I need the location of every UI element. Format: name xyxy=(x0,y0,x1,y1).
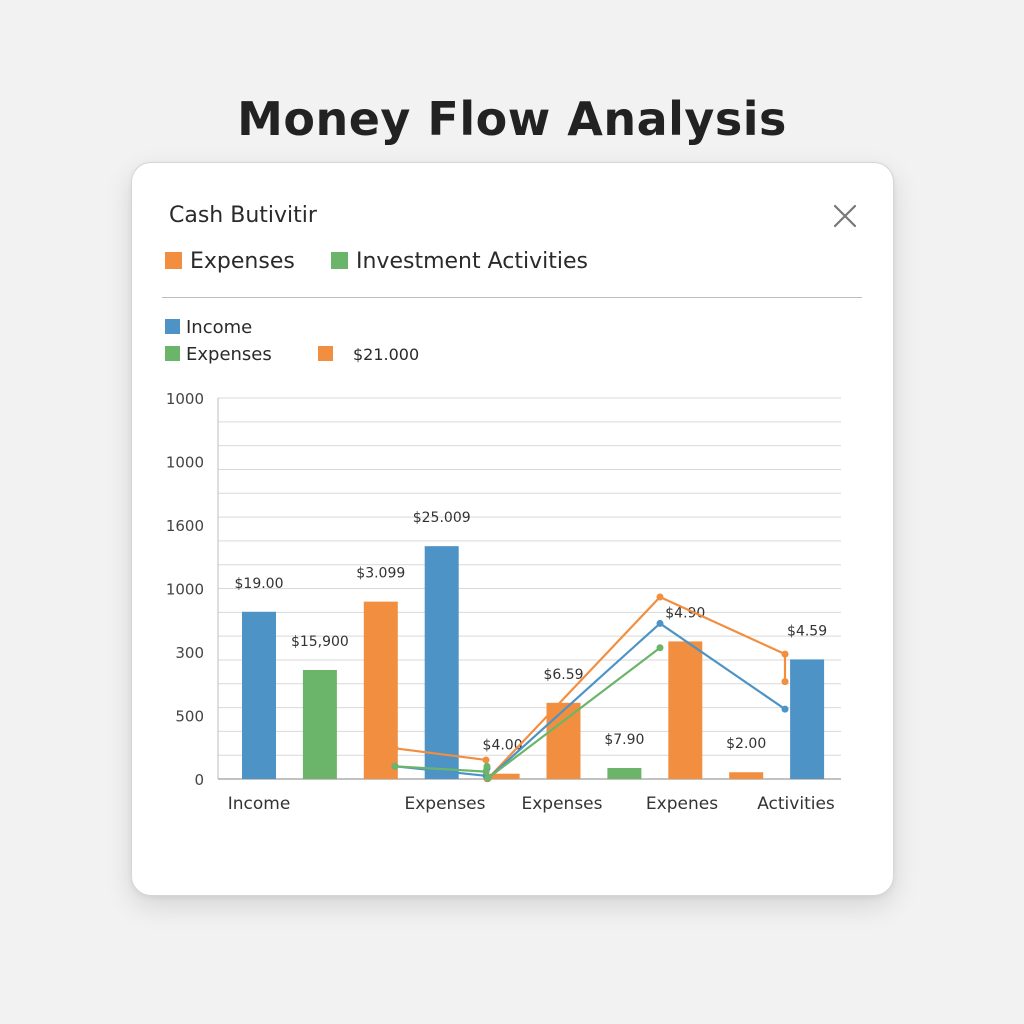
bar-data-label: $19.00 xyxy=(235,576,284,592)
bar xyxy=(302,669,337,779)
y-tick-label: 1600 xyxy=(166,517,204,535)
x-tick-label: Expenses xyxy=(522,794,603,814)
bar xyxy=(242,611,276,779)
series-point xyxy=(656,593,664,601)
series-point xyxy=(656,644,664,652)
series-point xyxy=(484,774,492,782)
chart-panel: Cash Butivitir Expenses Investment Activ… xyxy=(131,162,894,896)
bar xyxy=(424,546,459,779)
bar xyxy=(363,601,398,779)
x-tick-label: Activities xyxy=(757,794,835,814)
y-tick-label: 1000 xyxy=(166,390,204,408)
series-point xyxy=(482,756,490,764)
y-tick-label: 1000 xyxy=(166,454,204,472)
bar-data-label: $6.59 xyxy=(543,667,583,683)
page-title: Money Flow Analysis xyxy=(237,92,787,146)
bar xyxy=(790,659,825,779)
series-point xyxy=(391,744,399,752)
series-point xyxy=(781,650,789,658)
bar-data-label: $25.009 xyxy=(413,510,471,526)
series-point xyxy=(483,762,491,770)
y-tick-label: 500 xyxy=(175,708,204,726)
x-tick-label: Expenses xyxy=(405,794,486,814)
y-tick-label: 1000 xyxy=(166,581,204,599)
y-tick-label: 0 xyxy=(194,771,204,789)
bar-data-label: $15,900 xyxy=(291,634,349,650)
bar xyxy=(546,702,581,779)
bar-data-label: $3.099 xyxy=(356,566,405,582)
bar xyxy=(729,772,764,779)
y-tick-label: 300 xyxy=(175,644,204,662)
series-point xyxy=(781,705,789,713)
series-point xyxy=(781,678,789,686)
bar xyxy=(668,641,703,779)
bar xyxy=(607,767,642,779)
series-point xyxy=(391,762,399,770)
chart-svg: 0 500 300 1000 1600 1000 1000 $19.00 $15,900 $3.0… xyxy=(166,390,841,814)
x-tick-label: Income xyxy=(228,794,291,814)
series-point xyxy=(656,619,664,627)
bar-data-label: $4.59 xyxy=(787,623,827,639)
bar-data-label: $2.00 xyxy=(726,736,766,752)
bar-data-label: $7.90 xyxy=(604,732,644,748)
x-tick-label: Expenes xyxy=(646,794,718,814)
